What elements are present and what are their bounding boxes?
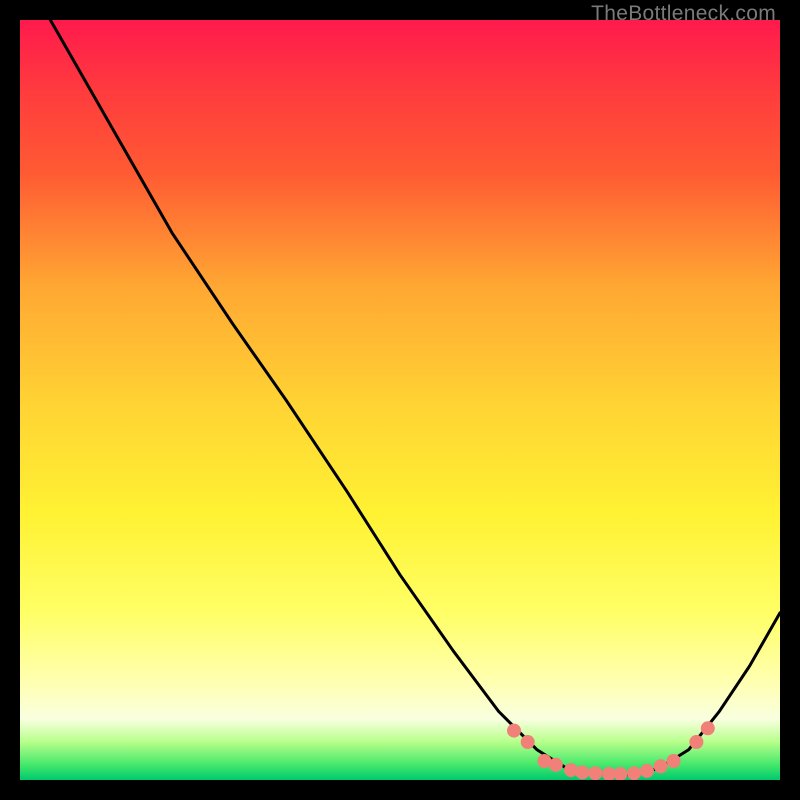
data-marker [575, 765, 589, 779]
curve-layer [20, 20, 780, 780]
attribution-label: TheBottleneck.com [591, 2, 776, 26]
data-marker [701, 721, 715, 735]
data-marker [667, 754, 681, 768]
plot-area [20, 20, 780, 780]
data-marker [507, 724, 521, 738]
data-marker [640, 764, 654, 778]
data-marker [549, 758, 563, 772]
data-marker [588, 766, 602, 780]
chart-frame: TheBottleneck.com [0, 0, 800, 800]
data-marker [627, 766, 641, 780]
bottleneck-curve [50, 20, 780, 775]
data-marker [521, 735, 535, 749]
data-marker [689, 735, 703, 749]
data-marker [613, 767, 627, 780]
bottleneck-curve-path [50, 20, 780, 775]
data-marker [654, 759, 668, 773]
